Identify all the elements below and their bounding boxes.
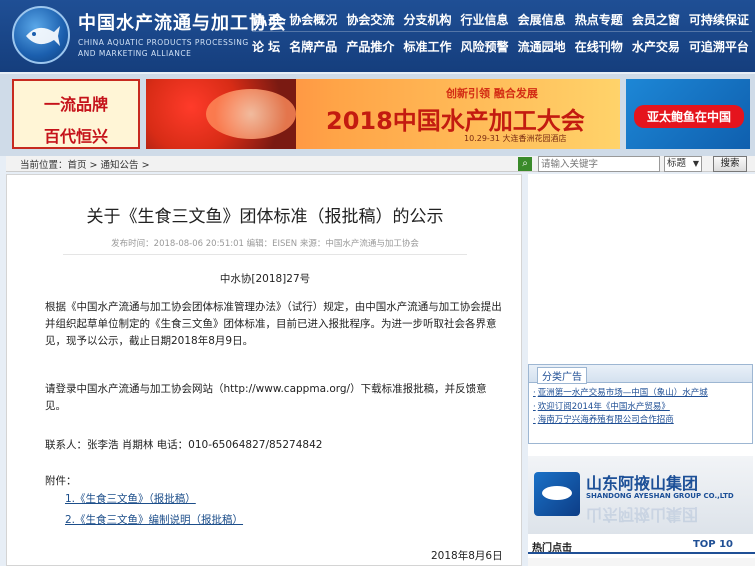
hot-clicks-header: 热门点击 TOP 10 xyxy=(528,538,755,554)
attachments-label: 附件： xyxy=(45,475,77,487)
nav1-item[interactable]: 协会概况 xyxy=(289,11,337,28)
site-logo[interactable] xyxy=(12,6,70,64)
list-item[interactable]: 海南万宁兴海养殖有限公司合作招商 xyxy=(533,414,752,428)
document-number: 中水协[2018]27号 xyxy=(219,273,311,285)
search-icon: ⌕ xyxy=(518,157,532,171)
nav1-item[interactable]: 可持续保证 xyxy=(689,11,749,28)
nav2-item[interactable]: 风险预警 xyxy=(461,38,509,55)
category-ads-title: 分类广告 xyxy=(537,367,587,384)
nav2-item[interactable]: 标准工作 xyxy=(403,38,451,55)
breadcrumb-section[interactable]: 通知公告 xyxy=(101,160,139,171)
nav2-item[interactable]: 产品推介 xyxy=(346,38,394,55)
nav2-item[interactable]: 流通园地 xyxy=(518,38,566,55)
attachment-link-2[interactable]: 2.《生食三文鱼》编制说明（报批稿） xyxy=(65,512,243,527)
nav1-item[interactable]: 分支机构 xyxy=(403,11,451,28)
banner-date: 10.29-31 大连香洲花园酒店 xyxy=(464,134,567,143)
site-header: 中国水产流通与加工协会 CHINA AQUATIC PRODUCTS PROCE… xyxy=(0,0,755,72)
banner-ad-left[interactable]: 一流品牌 百代恒兴 xyxy=(12,79,140,149)
nav2-item[interactable]: 水产交易 xyxy=(632,38,680,55)
breadcrumb: 当前位置：首页 > 通知公告 > xyxy=(20,160,150,171)
search-type-select[interactable]: 标题 ▼ xyxy=(664,156,702,172)
page: 中国水产流通与加工协会 CHINA AQUATIC PRODUCTS PROCE… xyxy=(0,0,755,566)
nav2-item[interactable]: 论 坛 xyxy=(252,38,280,55)
category-ads-list: 亚洲第一水产交易市场—中国（象山）水产城 欢迎订阅2014年《中国水产贸易》 海… xyxy=(529,383,752,428)
article-paragraph-1: 根据《中国水产流通与加工协会团体标准管理办法》（试行）规定，由中国水产流通与加工… xyxy=(45,301,502,347)
nav1-item[interactable]: 首 页 xyxy=(252,11,280,28)
list-item[interactable]: 亚洲第一水产交易市场—中国（象山）水产城 xyxy=(533,387,752,401)
main-nav-row-2: 论 坛名牌产品 产品推介 标准工作 风险预警 流通园地 在线刊物 水产交易 可追溯平台 xyxy=(252,38,755,55)
main-nav-row-1: 首 页协会概况 协会交流 分支机构 行业信息 会展信息 热点专题 会员之窗 可持续保证 xyxy=(252,11,755,28)
article-title: 关于《生食三文鱼》团体标准（报批稿）的公示 xyxy=(86,207,444,227)
seafood-image-highlight xyxy=(206,89,296,139)
attachment-link-1[interactable]: 1.《生食三文鱼》（报批稿） xyxy=(65,491,196,506)
banner-strip: 一流品牌 百代恒兴 创新引领 融合发展 2018中国水产加工大会 10.29-3… xyxy=(0,74,755,156)
banner-right-text: 亚太鲍鱼在中国 xyxy=(634,105,744,128)
breadcrumb-bar: 当前位置：首页 > 通知公告 > ⌕ 标题▼ 搜索 xyxy=(6,156,755,172)
banner-slogan: 创新引领 融合发展 xyxy=(446,87,538,100)
breadcrumb-home[interactable]: 首页 xyxy=(68,160,87,171)
search-button[interactable]: 搜索 xyxy=(713,156,747,172)
article-divider xyxy=(63,254,467,255)
nav-divider xyxy=(252,31,752,32)
hot-clicks-title: 热门点击 xyxy=(532,543,572,554)
nav2-item[interactable]: 可追溯平台 xyxy=(689,38,749,55)
nav2-item[interactable]: 在线刊物 xyxy=(575,38,623,55)
contact-info: 联系人：张李浩 肖期林 电话：010-65064827/85274842 xyxy=(45,439,323,451)
sidebar: 分类广告 亚洲第一水产交易市场—中国（象山）水产城 欢迎订阅2014年《中国水产… xyxy=(528,174,755,566)
article-meta: 发布时间：2018-08-06 20:51:01 编辑：EISEN 来源：中国水… xyxy=(111,239,419,249)
sidebar-ad-ayeshan[interactable]: 山东阿掖山集团 SHANDONG AYESHAN GROUP CO.,LTD 山… xyxy=(528,456,753,534)
nav1-item[interactable]: 会员之窗 xyxy=(632,11,680,28)
banner-ad-right[interactable]: 亚太鲍鱼在中国 xyxy=(626,79,750,149)
ad-company-name: 山东阿掖山集团 xyxy=(586,474,699,493)
ad-company-name-en: SHANDONG AYESHAN GROUP CO.,LTD xyxy=(586,492,734,500)
ayeshan-logo-icon xyxy=(534,472,580,516)
ad-reflection: 山东阿掖山集团 xyxy=(586,505,699,524)
fish-logo-icon xyxy=(26,26,60,46)
hot-clicks-top10[interactable]: TOP 10 xyxy=(693,539,733,550)
category-ads-box: 分类广告 亚洲第一水产交易市场—中国（象山）水产城 欢迎订阅2014年《中国水产… xyxy=(528,364,753,444)
article-paragraph-2: 请登录中国水产流通与加工协会网站（http://www.cappma.org/）… xyxy=(45,383,487,412)
nav1-item[interactable]: 协会交流 xyxy=(346,11,394,28)
search-input[interactable] xyxy=(538,156,660,172)
banner-ad-conference[interactable]: 创新引领 融合发展 2018中国水产加工大会 10.29-31 大连香洲花园酒店 xyxy=(146,79,620,149)
site-name-en: CHINA AQUATIC PRODUCTS PROCESSING AND MA… xyxy=(78,38,249,58)
banner-title: 2018中国水产加工大会 xyxy=(326,107,585,135)
list-item[interactable]: 欢迎订阅2014年《中国水产贸易》 xyxy=(533,401,752,415)
hot-clicks-list xyxy=(528,558,755,566)
nav1-item[interactable]: 行业信息 xyxy=(461,11,509,28)
article-panel: 关于《生食三文鱼》团体标准（报批稿）的公示 发布时间：2018-08-06 20… xyxy=(6,174,522,566)
chevron-down-icon: ▼ xyxy=(692,159,699,168)
nav2-item[interactable]: 名牌产品 xyxy=(289,38,337,55)
nav1-item[interactable]: 会展信息 xyxy=(518,11,566,28)
signature-date: 2018年8月6日 xyxy=(431,550,503,562)
nav1-item[interactable]: 热点专题 xyxy=(575,11,623,28)
